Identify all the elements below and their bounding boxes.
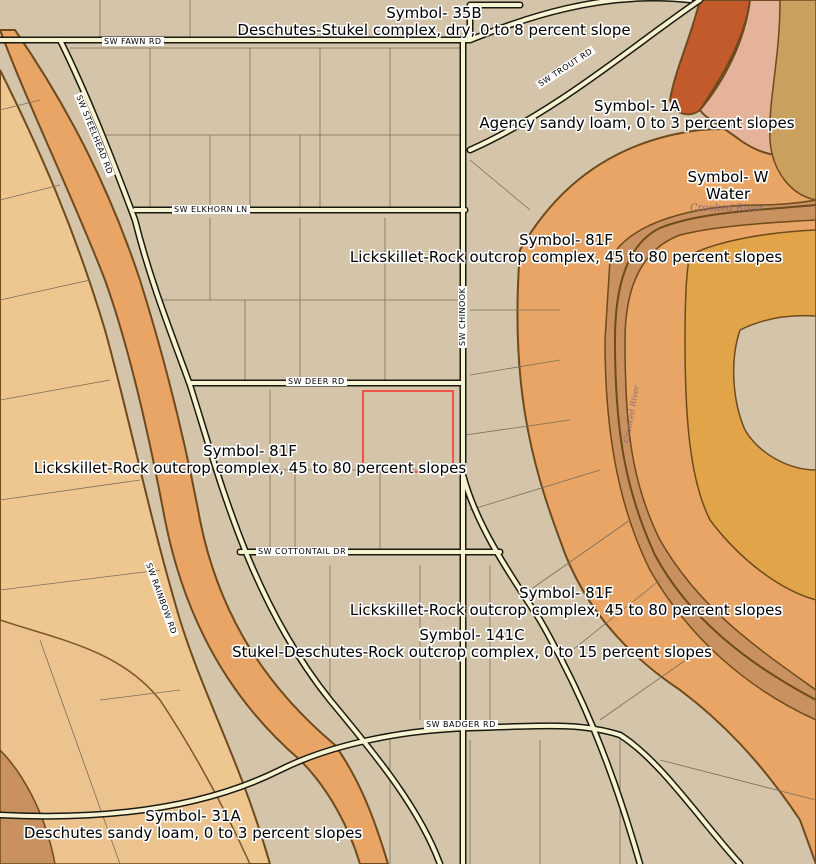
soil-name: Agency sandy loam, 0 to 3 percent slopes — [479, 114, 795, 132]
soil-symbol: Symbol- W — [687, 168, 769, 186]
water-label-crooked-river-1: Crooked River — [690, 203, 764, 214]
soil-name: Stukel-Deschutes-Rock outcrop complex, 0… — [232, 643, 712, 661]
road-label-cottontail: SW COTTONTAIL DR — [256, 547, 349, 556]
soil-name: Lickskillet-Rock outcrop complex, 45 to … — [33, 459, 467, 477]
soil-symbol: Symbol- 81F — [519, 231, 613, 249]
soil-name: Lickskillet-Rock outcrop complex, 45 to … — [349, 248, 783, 266]
soil-symbol: Symbol- 81F — [519, 584, 613, 602]
soil-symbol: Symbol- 31A — [145, 807, 241, 825]
road-label-deer: SW DEER RD — [286, 377, 347, 386]
soil-name: Water — [705, 185, 751, 203]
soil-label-W: Symbol- W Water — [688, 169, 769, 203]
soil-name: Lickskillet-Rock outcrop complex, 45 to … — [349, 601, 783, 619]
road-label-elkhorn: SW ELKHORN LN — [172, 205, 250, 214]
road-label-badger: SW BADGER RD — [424, 720, 498, 729]
soil-name: Deschutes sandy loam, 0 to 3 percent slo… — [23, 824, 363, 842]
soil-label-1A: Symbol- 1A Agency sandy loam, 0 to 3 per… — [479, 98, 794, 132]
soil-label-31A: Symbol- 31A Deschutes sandy loam, 0 to 3… — [24, 808, 362, 842]
road-label-chinook: SW CHINOOK — [458, 285, 467, 348]
soil-label-81F-east-bottom: Symbol- 81F Lickskillet-Rock outcrop com… — [350, 585, 782, 619]
soil-label-35B: Symbol- 35B Deschutes-Stukel complex, dr… — [237, 5, 630, 39]
soil-symbol: Symbol- 35B — [386, 4, 482, 22]
soil-label-81F-center: Symbol- 81F Lickskillet-Rock outcrop com… — [34, 443, 466, 477]
soil-symbol: Symbol- 81F — [203, 442, 297, 460]
soil-label-141C: Symbol- 141C Stukel-Deschutes-Rock outcr… — [232, 627, 712, 661]
road-label-fawn: SW FAWN RD — [102, 37, 164, 46]
soil-map[interactable]: SW FAWN RD SW TROUT RD SW STEELHEAD RD S… — [0, 0, 816, 864]
soil-symbol: Symbol- 141C — [419, 626, 525, 644]
soil-symbol: Symbol- 1A — [594, 97, 680, 115]
soil-name: Deschutes-Stukel complex, dry, 0 to 8 pe… — [237, 21, 631, 39]
soil-label-81F-east-top: Symbol- 81F Lickskillet-Rock outcrop com… — [350, 232, 782, 266]
